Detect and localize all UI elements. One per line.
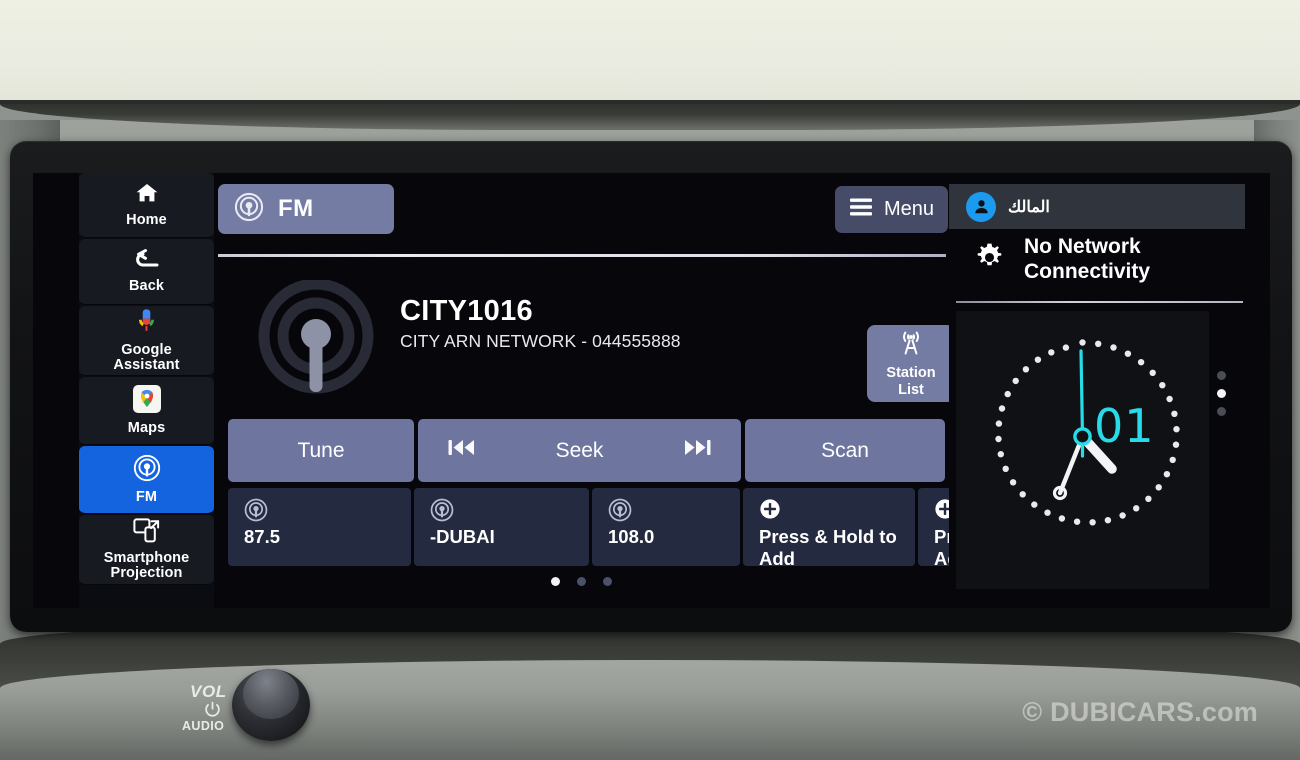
radio-broadcast-icon bbox=[608, 498, 740, 527]
network-status[interactable]: No Network Connectivity bbox=[973, 235, 1248, 285]
preset-page-indicator[interactable] bbox=[214, 577, 949, 586]
home-icon bbox=[134, 181, 160, 210]
sidebar-item-home[interactable]: Home bbox=[79, 173, 214, 238]
clock-label: 01 bbox=[1094, 399, 1155, 453]
skip-next-icon[interactable] bbox=[684, 438, 711, 463]
station-info: CITY ARN NETWORK - 044555888 bbox=[400, 331, 681, 351]
user-profile-bar[interactable]: المالك bbox=[949, 184, 1245, 229]
radio-broadcast-icon bbox=[133, 454, 161, 487]
preset-label: 87.5 bbox=[244, 526, 281, 547]
scan-label: Scan bbox=[821, 438, 869, 462]
skip-previous-icon[interactable] bbox=[448, 438, 475, 463]
right-panel: المالك No Network Connectivity 01 bbox=[949, 173, 1270, 608]
menu-button-label: Menu bbox=[883, 198, 935, 220]
page-dot[interactable] bbox=[1217, 407, 1226, 416]
preset-button[interactable]: 87.5 bbox=[228, 488, 411, 566]
seek-control: Seek bbox=[418, 419, 741, 482]
radio-broadcast-icon bbox=[244, 498, 411, 527]
audio-label: AUDIO bbox=[182, 719, 225, 733]
preset-label: 108.0 bbox=[608, 526, 655, 547]
dubicars-watermark: © DUBICARS.com bbox=[1022, 697, 1258, 727]
sidebar-item-fm[interactable]: FM bbox=[79, 446, 214, 514]
sidebar-item-label: FM bbox=[135, 488, 158, 505]
sidebar-item-label: Maps bbox=[127, 419, 166, 436]
smartphone-projection-icon bbox=[132, 518, 161, 548]
sidebar-item-maps[interactable]: Maps bbox=[79, 377, 214, 445]
right-panel-divider bbox=[956, 301, 1243, 303]
sidebar-item-label: Back bbox=[128, 277, 165, 294]
station-name: CITY1016 bbox=[400, 295, 533, 327]
volume-knob[interactable] bbox=[232, 663, 314, 745]
page-dot[interactable] bbox=[603, 577, 612, 586]
station-list-button[interactable]: Station List bbox=[867, 325, 955, 402]
station-list-label: Station List bbox=[886, 365, 936, 398]
preset-label: -DUBAI bbox=[430, 526, 495, 547]
main-top-bar: FM Menu bbox=[214, 184, 949, 257]
page-dot[interactable] bbox=[1217, 389, 1226, 398]
sidebar-item-label: Home bbox=[126, 212, 167, 229]
plus-circle-icon bbox=[759, 498, 915, 525]
sidebar: Home Back Google Assistant Maps FM Smart… bbox=[79, 173, 214, 608]
radio-broadcast-icon bbox=[234, 192, 264, 227]
hamburger-menu-icon bbox=[849, 197, 873, 222]
menu-button[interactable]: Menu bbox=[835, 186, 948, 233]
header-divider bbox=[218, 254, 946, 257]
radio-tower-icon bbox=[896, 329, 926, 362]
tune-label: Tune bbox=[297, 438, 345, 462]
page-dot[interactable] bbox=[1217, 371, 1226, 380]
preset-list: 87.5 -DUBAI 108.0 Press & Hold to Add P … bbox=[228, 488, 949, 566]
preset-button[interactable]: 108.0 bbox=[592, 488, 740, 566]
dashboard-top-surface bbox=[0, 0, 1300, 104]
user-name: المالك bbox=[1008, 198, 1050, 216]
page-dot[interactable] bbox=[577, 577, 586, 586]
gear-icon bbox=[973, 241, 1006, 279]
plus-circle-icon bbox=[934, 498, 949, 525]
preset-add-button[interactable]: Press & Hold to Add bbox=[918, 488, 949, 566]
scan-button[interactable]: Scan bbox=[745, 419, 945, 482]
sidebar-item-back[interactable]: Back bbox=[79, 239, 214, 305]
right-panel-page-indicator[interactable] bbox=[1217, 371, 1226, 416]
radio-broadcast-icon bbox=[256, 278, 376, 400]
tune-button[interactable]: Tune bbox=[228, 419, 414, 482]
preset-label: Press & Hold to Add bbox=[759, 526, 897, 566]
preset-button[interactable]: -DUBAI bbox=[414, 488, 589, 566]
radio-broadcast-icon bbox=[430, 498, 589, 527]
back-arrow-icon bbox=[132, 248, 162, 276]
sidebar-item-smartphone-projection[interactable]: Smartphone Projection bbox=[79, 515, 214, 585]
volume-label: VOL bbox=[190, 682, 227, 701]
source-tab-label: FM bbox=[278, 195, 314, 222]
knob-cap bbox=[243, 669, 299, 719]
source-tab-fm[interactable]: FM bbox=[218, 184, 394, 234]
google-assistant-mic-icon bbox=[136, 308, 157, 340]
sidebar-item-label: Google Assistant bbox=[113, 341, 180, 373]
preset-label: Press & Hold to Add bbox=[934, 526, 949, 566]
user-avatar-icon bbox=[966, 191, 996, 222]
main-panel: FM Menu CITY1016 CITY ARN NETWORK - 0445… bbox=[214, 173, 955, 608]
page-dot[interactable] bbox=[551, 577, 560, 586]
seek-label: Seek bbox=[555, 438, 604, 462]
network-status-text: No Network Connectivity bbox=[1024, 235, 1151, 283]
preset-add-button[interactable]: Press & Hold to Add bbox=[743, 488, 915, 566]
radio-controls: Tune Seek Scan bbox=[228, 419, 948, 482]
google-maps-pin-icon bbox=[132, 384, 161, 418]
sidebar-item-label: Smartphone Projection bbox=[103, 549, 190, 581]
clock-widget[interactable]: 01 bbox=[956, 311, 1209, 589]
infotainment-screen: Home Back Google Assistant Maps FM Smart… bbox=[33, 173, 1270, 608]
sidebar-item-google-assistant[interactable]: Google Assistant bbox=[79, 306, 214, 376]
